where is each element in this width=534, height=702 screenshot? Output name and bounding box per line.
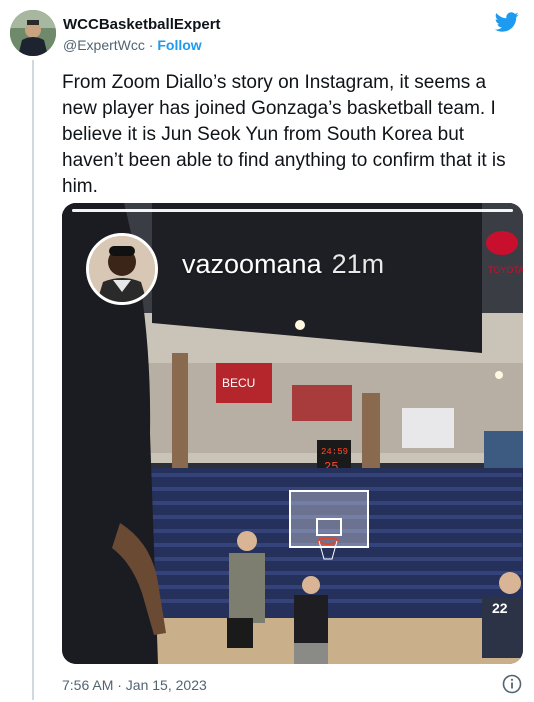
author-handle-row: @ExpertWcc · Follow	[63, 37, 202, 53]
tweet-text: From Zoom Diallo’s story on Instagram, i…	[62, 72, 506, 197]
avatar-image	[10, 10, 56, 56]
tweet-timestamp[interactable]: 7:56 AM · Jan 15, 2023	[62, 677, 207, 693]
story-progress-fill	[72, 209, 513, 212]
info-icon[interactable]	[502, 674, 522, 694]
story-progress-bar	[72, 209, 513, 212]
author-avatar[interactable]	[10, 10, 56, 56]
follow-button[interactable]: Follow	[157, 37, 201, 53]
shot-clock: 24:59	[321, 447, 348, 457]
story-avatar	[86, 233, 158, 305]
story-age: 21m	[331, 249, 385, 279]
jersey-number: 22	[492, 600, 508, 616]
story-username: vazoomana	[182, 249, 322, 279]
separator-dot: ·	[148, 37, 154, 53]
becu-banner: BECU	[222, 376, 255, 390]
story-avatar-image	[89, 236, 155, 302]
story-username-row: vazoomana 21m	[182, 249, 384, 280]
author-handle[interactable]: @ExpertWcc	[63, 37, 145, 53]
tweet-card: WCCBasketballExpert @ExpertWcc · Follow …	[0, 0, 534, 702]
toyota-sign: TOYOTA	[488, 265, 523, 275]
tweet-media[interactable]: TOYOTA BECU 24:59 25 22 vazoomana 21m	[62, 203, 523, 664]
thread-line	[32, 60, 34, 700]
author-name[interactable]: WCCBasketballExpert	[63, 16, 221, 33]
twitter-bird-icon[interactable]	[494, 10, 520, 34]
